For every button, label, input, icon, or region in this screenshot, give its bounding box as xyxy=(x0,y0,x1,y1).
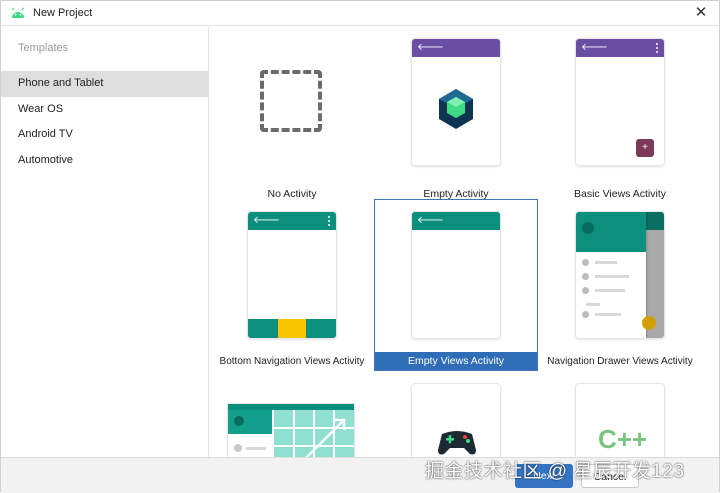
empty-template-icon xyxy=(260,70,322,132)
template-label: Empty Views Activity xyxy=(375,352,537,370)
template-category-sidebar: Templates Phone and Tablet Wear OS Andro… xyxy=(1,27,209,457)
title-bar: New Project ✕ xyxy=(1,1,719,26)
template-tile-native-cpp[interactable]: C++ xyxy=(538,374,702,457)
sidebar-item-phone-and-tablet[interactable]: Phone and Tablet xyxy=(1,71,209,97)
close-button[interactable]: ✕ xyxy=(693,4,709,22)
compose-logo-icon xyxy=(439,89,473,129)
template-tile-no-activity[interactable]: No Activity xyxy=(210,29,374,201)
cpp-logo-icon: C++ xyxy=(598,424,648,454)
android-icon xyxy=(12,7,24,18)
template-tile-navigation-drawer-views-activity[interactable]: Navigation Drawer Views Activity xyxy=(538,200,702,372)
template-tile-empty-views-activity[interactable]: 🡐 Empty Views Activity xyxy=(374,199,538,371)
tablet-preview xyxy=(228,404,354,457)
bottom-navigation-bar xyxy=(248,319,336,338)
template-label: Bottom Navigation Views Activity xyxy=(219,356,365,367)
template-tile-empty-activity[interactable]: 🡐 Empty Activity xyxy=(374,29,538,201)
fab-icon xyxy=(642,316,656,330)
app-bar: 🡐 xyxy=(576,39,664,57)
phone-preview: C++ xyxy=(576,384,664,457)
app-bar: 🡐 xyxy=(412,39,500,57)
phone-preview: 🡐 xyxy=(412,39,500,165)
template-tile-bottom-navigation-views-activity[interactable]: 🡐 Bottom Navigation Views Activity xyxy=(210,200,374,372)
fab-plus-icon: + xyxy=(636,139,654,157)
overflow-menu-icon xyxy=(328,216,330,226)
app-bar: 🡐 xyxy=(412,212,500,230)
navigation-drawer xyxy=(576,212,646,338)
watermark-text: 掘金技术社区 @ 星辰开发123 xyxy=(425,461,685,482)
back-arrow-icon: 🡐 xyxy=(581,42,608,53)
new-project-dialog: New Project ✕ Templates Phone and Tablet… xyxy=(0,0,720,493)
back-arrow-icon: 🡐 xyxy=(417,42,444,53)
phone-preview xyxy=(576,212,664,338)
sidebar-item-wear-os[interactable]: Wear OS xyxy=(1,97,209,123)
game-controller-icon xyxy=(438,431,476,455)
phone-preview: 🡐 xyxy=(412,212,500,338)
template-gallery: No Activity 🡐 Empty Activity 🡐 + Basic V… xyxy=(210,27,719,457)
phone-preview: 🡐 xyxy=(248,212,336,338)
drawer-header xyxy=(576,212,646,252)
overflow-menu-icon xyxy=(656,43,658,53)
template-tile-responsive-views-activity[interactable] xyxy=(210,374,374,457)
grid-layout-icon xyxy=(274,410,354,457)
phone-preview xyxy=(412,384,500,457)
sidebar-item-android-tv[interactable]: Android TV xyxy=(1,122,209,148)
window-title: New Project xyxy=(33,7,93,19)
back-arrow-icon: 🡐 xyxy=(253,215,280,226)
sidebar-header: Templates xyxy=(18,42,69,54)
sidebar-list: Phone and Tablet Wear OS Android TV Auto… xyxy=(1,71,209,173)
back-arrow-icon: 🡐 xyxy=(417,215,444,226)
sidebar-item-automotive[interactable]: Automotive xyxy=(1,148,209,174)
template-tile-basic-views-activity[interactable]: 🡐 + Basic Views Activity xyxy=(538,29,702,201)
phone-preview: 🡐 + xyxy=(576,39,664,165)
template-tile-game-activity[interactable] xyxy=(374,374,538,457)
template-label: Navigation Drawer Views Activity xyxy=(547,356,693,367)
app-bar: 🡐 xyxy=(248,212,336,230)
